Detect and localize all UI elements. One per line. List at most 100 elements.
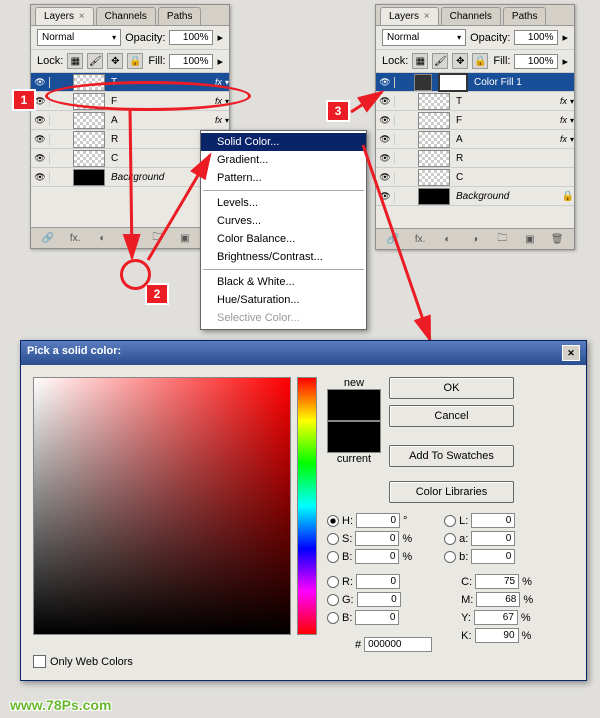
- layer-a[interactable]: Afx▾: [31, 111, 229, 130]
- step-marker-2: 2: [145, 283, 169, 305]
- k-input[interactable]: 90: [475, 628, 519, 643]
- ok-button[interactable]: OK: [389, 377, 514, 399]
- c-input[interactable]: 75: [475, 574, 519, 589]
- menu-hue-saturation[interactable]: Hue/Saturation...: [201, 291, 366, 309]
- layer-background[interactable]: Background🔒: [376, 187, 574, 206]
- opacity-label: Opacity:: [470, 32, 510, 44]
- add-swatches-button[interactable]: Add To Swatches: [389, 445, 514, 467]
- color-field[interactable]: [33, 377, 291, 635]
- tab-paths[interactable]: Paths: [503, 7, 547, 25]
- panel-bottom-bar: 🔗 fx. ◐ ◑ 🗀 ▣ 🗑: [376, 228, 574, 249]
- menu-black-white[interactable]: Black & White...: [201, 273, 366, 291]
- adjustment-layer-icon[interactable]: ◑: [122, 231, 138, 245]
- radio-lb[interactable]: [444, 551, 456, 563]
- lb-input[interactable]: 0: [471, 549, 515, 564]
- current-color-swatch[interactable]: [327, 421, 381, 453]
- lock-brush-icon[interactable]: 🖌: [87, 53, 103, 69]
- adjustment-layer-icon[interactable]: ◑: [467, 232, 483, 246]
- layer-c[interactable]: C: [376, 168, 574, 187]
- fill-input[interactable]: 100%: [514, 54, 558, 69]
- link-layers-icon[interactable]: 🔗: [40, 231, 56, 245]
- new-layer-icon[interactable]: ▣: [522, 232, 538, 246]
- lock-transparent-icon[interactable]: ▦: [67, 53, 83, 69]
- y-input[interactable]: 67: [474, 610, 518, 625]
- a-input[interactable]: 0: [471, 531, 515, 546]
- lock-transparent-icon[interactable]: ▦: [412, 53, 428, 69]
- tab-channels[interactable]: Channels: [96, 7, 156, 25]
- layer-a[interactable]: Afx▾: [376, 130, 574, 149]
- b-input[interactable]: 0: [355, 549, 399, 564]
- radio-bb[interactable]: [327, 612, 339, 624]
- eye-icon[interactable]: [31, 77, 50, 88]
- close-icon[interactable]: ✕: [562, 345, 580, 361]
- arrow-icon[interactable]: ▸: [562, 55, 568, 68]
- s-input[interactable]: 0: [355, 531, 399, 546]
- h-input[interactable]: 0: [356, 513, 400, 528]
- blend-mode-select[interactable]: Normal: [382, 29, 466, 46]
- folder-icon[interactable]: 🗀: [494, 232, 510, 246]
- only-web-colors-checkbox[interactable]: [33, 655, 46, 668]
- radio-b[interactable]: [327, 551, 339, 563]
- menu-solid-color[interactable]: Solid Color...: [201, 133, 366, 151]
- tab-layers[interactable]: Layers ×: [380, 7, 439, 25]
- lock-brush-icon[interactable]: 🖌: [432, 53, 448, 69]
- radio-s[interactable]: [327, 533, 339, 545]
- watermark: www.78Ps.com: [10, 697, 111, 713]
- fx-icon[interactable]: fx.: [412, 232, 428, 246]
- radio-r[interactable]: [327, 576, 339, 588]
- lock-move-icon[interactable]: ✥: [107, 53, 123, 69]
- m-input[interactable]: 68: [476, 592, 520, 607]
- layer-t[interactable]: Tfx▾: [376, 92, 574, 111]
- menu-selective-color[interactable]: Selective Color...: [201, 309, 366, 327]
- hex-input[interactable]: 000000: [364, 637, 432, 652]
- mask-icon[interactable]: ◐: [440, 232, 456, 246]
- lock-all-icon[interactable]: 🔒: [127, 53, 143, 69]
- tab-layers[interactable]: Layers ×: [35, 7, 94, 25]
- arrow-icon[interactable]: ▸: [562, 31, 568, 44]
- fx-icon[interactable]: fx.: [67, 231, 83, 245]
- r-input[interactable]: 0: [356, 574, 400, 589]
- folder-icon[interactable]: 🗀: [149, 231, 165, 245]
- bb-input[interactable]: 0: [355, 610, 399, 625]
- new-label: new: [344, 377, 364, 389]
- panel-tabs: Layers × Channels Paths: [376, 5, 574, 26]
- adjustment-context-menu: Solid Color... Gradient... Pattern... Le…: [200, 130, 367, 330]
- radio-la[interactable]: [444, 533, 456, 545]
- tab-channels[interactable]: Channels: [441, 7, 501, 25]
- layer-list: Color Fill 1 Tfx▾ Ffx▾ Afx▾ R C Backgrou…: [376, 73, 574, 206]
- arrow-icon[interactable]: ▸: [217, 55, 223, 68]
- l-input[interactable]: 0: [471, 513, 515, 528]
- radio-g[interactable]: [327, 594, 339, 606]
- opacity-input[interactable]: 100%: [514, 30, 558, 45]
- lock-move-icon[interactable]: ✥: [452, 53, 468, 69]
- menu-brightness-contrast[interactable]: Brightness/Contrast...: [201, 248, 366, 266]
- hue-slider[interactable]: [297, 377, 317, 635]
- menu-curves[interactable]: Curves...: [201, 212, 366, 230]
- color-picker-dialog: Pick a solid color: ✕ Only Web Colors ne…: [20, 340, 587, 681]
- layer-color-fill-1[interactable]: Color Fill 1: [376, 73, 574, 92]
- cancel-button[interactable]: Cancel: [389, 405, 514, 427]
- menu-pattern[interactable]: Pattern...: [201, 169, 366, 187]
- link-layers-icon[interactable]: 🔗: [385, 232, 401, 246]
- fill-input[interactable]: 100%: [169, 54, 213, 69]
- new-layer-icon[interactable]: ▣: [177, 231, 193, 245]
- arrow-icon[interactable]: ▸: [217, 31, 223, 44]
- menu-color-balance[interactable]: Color Balance...: [201, 230, 366, 248]
- menu-levels[interactable]: Levels...: [201, 194, 366, 212]
- opacity-input[interactable]: 100%: [169, 30, 213, 45]
- color-libraries-button[interactable]: Color Libraries: [389, 481, 514, 503]
- menu-gradient[interactable]: Gradient...: [201, 151, 366, 169]
- lock-all-icon[interactable]: 🔒: [472, 53, 488, 69]
- radio-l[interactable]: [444, 515, 456, 527]
- radio-h[interactable]: [327, 515, 339, 527]
- dialog-titlebar[interactable]: Pick a solid color: ✕: [21, 341, 586, 365]
- layer-f[interactable]: Ffx▾: [376, 111, 574, 130]
- blend-mode-select[interactable]: Normal: [37, 29, 121, 46]
- mask-icon[interactable]: ◐: [95, 231, 111, 245]
- g-input[interactable]: 0: [357, 592, 401, 607]
- fill-label: Fill:: [148, 55, 165, 67]
- trash-icon[interactable]: 🗑: [549, 232, 565, 246]
- lock-label: Lock:: [37, 55, 63, 67]
- layer-r[interactable]: R: [376, 149, 574, 168]
- tab-paths[interactable]: Paths: [158, 7, 202, 25]
